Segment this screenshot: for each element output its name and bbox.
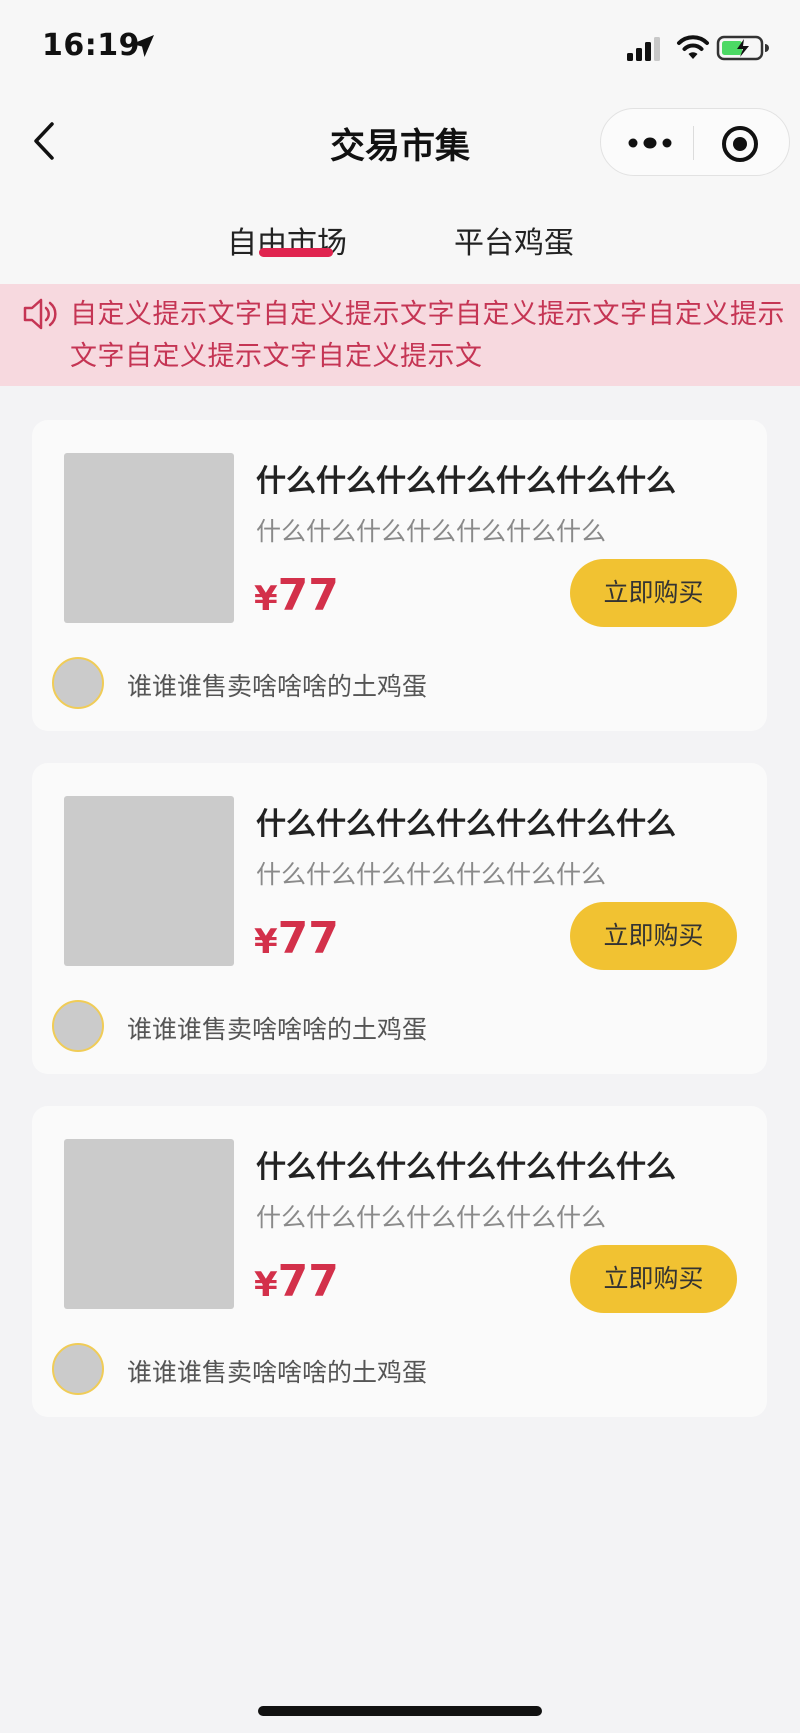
product-card[interactable]: 什么什么什么什么什么什么什么 什么什么什么什么什么什么什么 ¥77 立即购买 谁… <box>32 420 767 731</box>
seller-description: 谁谁谁售卖啥啥啥的土鸡蛋 <box>127 1358 428 1387</box>
seller-avatar[interactable] <box>52 1000 104 1052</box>
currency-symbol: ¥ <box>254 922 278 962</box>
price-amount: 77 <box>277 570 339 621</box>
product-image[interactable] <box>64 1139 234 1309</box>
product-card[interactable]: 什么什么什么什么什么什么什么 什么什么什么什么什么什么什么 ¥77 立即购买 谁… <box>32 1106 767 1417</box>
more-dots-icon[interactable] <box>627 132 673 154</box>
product-price: ¥77 <box>254 570 339 621</box>
miniapp-capsule <box>600 108 790 176</box>
buy-now-button[interactable]: 立即购买 <box>570 902 737 970</box>
buy-now-button[interactable]: 立即购买 <box>570 1245 737 1313</box>
location-arrow-icon <box>132 35 154 57</box>
product-subtitle: 什么什么什么什么什么什么什么 <box>256 860 607 889</box>
product-subtitle: 什么什么什么什么什么什么什么 <box>256 517 607 546</box>
currency-symbol: ¥ <box>254 1265 278 1305</box>
capsule-divider <box>693 126 694 160</box>
battery-charging-icon <box>716 35 769 61</box>
product-title: 什么什么什么什么什么什么什么 <box>256 807 676 842</box>
home-indicator[interactable] <box>258 1706 542 1716</box>
notice-text: 自定义提示文字自定义提示文字自定义提示文字自定义提示文字自定义提示文字自定义提示… <box>70 299 785 372</box>
product-image[interactable] <box>64 453 234 623</box>
price-amount: 77 <box>277 1256 339 1307</box>
close-target-icon[interactable] <box>720 124 760 164</box>
product-card[interactable]: 什么什么什么什么什么什么什么 什么什么什么什么什么什么什么 ¥77 立即购买 谁… <box>32 763 767 1074</box>
status-time: 16:19 <box>42 28 140 63</box>
product-image[interactable] <box>64 796 234 966</box>
signal-icon <box>627 37 660 61</box>
active-tab-indicator <box>259 248 333 257</box>
product-price: ¥77 <box>254 913 339 964</box>
product-subtitle: 什么什么什么什么什么什么什么 <box>256 1203 607 1232</box>
buy-now-button[interactable]: 立即购买 <box>570 559 737 627</box>
product-price: ¥77 <box>254 1256 339 1307</box>
seller-avatar[interactable] <box>52 657 104 709</box>
wifi-icon <box>677 35 709 59</box>
price-amount: 77 <box>277 913 339 964</box>
seller-description: 谁谁谁售卖啥啥啥的土鸡蛋 <box>127 672 428 701</box>
tab-platform-eggs[interactable]: 平台鸡蛋 <box>454 218 574 262</box>
seller-avatar[interactable] <box>52 1343 104 1395</box>
speaker-icon <box>23 298 57 330</box>
currency-symbol: ¥ <box>254 579 278 619</box>
seller-description: 谁谁谁售卖啥啥啥的土鸡蛋 <box>127 1015 428 1044</box>
product-title: 什么什么什么什么什么什么什么 <box>256 1150 676 1185</box>
product-title: 什么什么什么什么什么什么什么 <box>256 464 676 499</box>
